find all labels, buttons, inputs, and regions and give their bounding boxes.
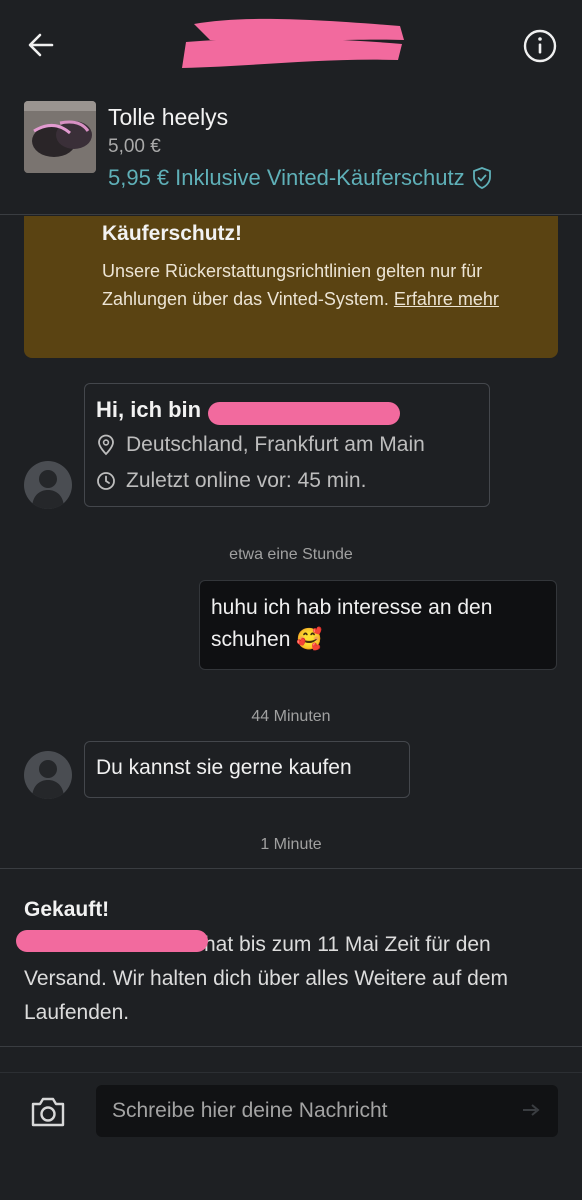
divider	[0, 1046, 582, 1047]
location-row: Deutschland, Frankfurt am Main	[96, 433, 425, 457]
item-total-price[interactable]: 5,95 € Inklusive Vinted-Käuferschutz	[108, 165, 493, 191]
divider	[0, 214, 582, 215]
item-title[interactable]: Tolle heelys	[108, 104, 228, 131]
arrow-left-icon	[28, 33, 54, 57]
info-circle-icon	[523, 29, 557, 63]
info-button[interactable]	[520, 26, 560, 66]
camera-button[interactable]	[28, 1094, 68, 1130]
location-pin-icon	[98, 434, 114, 456]
back-button[interactable]	[22, 26, 60, 64]
avatar[interactable]	[24, 461, 72, 509]
intro-greeting: Hi, ich bin	[96, 397, 202, 422]
last-online-text: Zuletzt online vor: 45 min.	[126, 469, 367, 492]
last-online-row: Zuletzt online vor: 45 min.	[96, 469, 366, 493]
total-price: 5,95 €	[108, 165, 170, 190]
sold-title: Gekauft!	[24, 898, 110, 921]
message-time: 44 Minuten	[251, 708, 331, 725]
message-time: 1 Minute	[260, 836, 322, 853]
send-button[interactable]	[522, 1103, 540, 1117]
banner-text: Unsere Rückerstattungsrichtlinien gelten…	[102, 257, 542, 313]
message-text: Du kannst sie gerne kaufen	[96, 756, 352, 779]
user-icon	[32, 760, 64, 799]
location-text: Deutschland, Frankfurt am Main	[126, 433, 425, 456]
banner-title: Käuferschutz!	[102, 222, 243, 245]
message-input[interactable]	[96, 1085, 558, 1137]
send-icon	[523, 1104, 540, 1116]
learn-more-link[interactable]: Erfahre mehr	[394, 289, 499, 309]
message-time: etwa eine Stunde	[229, 546, 353, 563]
item-thumbnail[interactable]	[24, 101, 96, 173]
shield-check-icon	[472, 167, 491, 189]
divider	[0, 868, 582, 869]
camera-icon	[31, 1097, 65, 1127]
item-price: 5,00 €	[108, 136, 161, 157]
protection-label: Inklusive Vinted-Käuferschutz	[175, 165, 465, 190]
avatar[interactable]	[24, 751, 72, 799]
redacted-username	[180, 14, 410, 70]
redacted-buyer-name	[16, 930, 208, 952]
message-text: huhu ich hab interesse an den schuhen 🥰	[211, 596, 493, 651]
redacted-name	[208, 402, 400, 425]
divider	[0, 1072, 582, 1073]
clock-icon	[97, 472, 115, 490]
user-icon	[32, 470, 64, 509]
